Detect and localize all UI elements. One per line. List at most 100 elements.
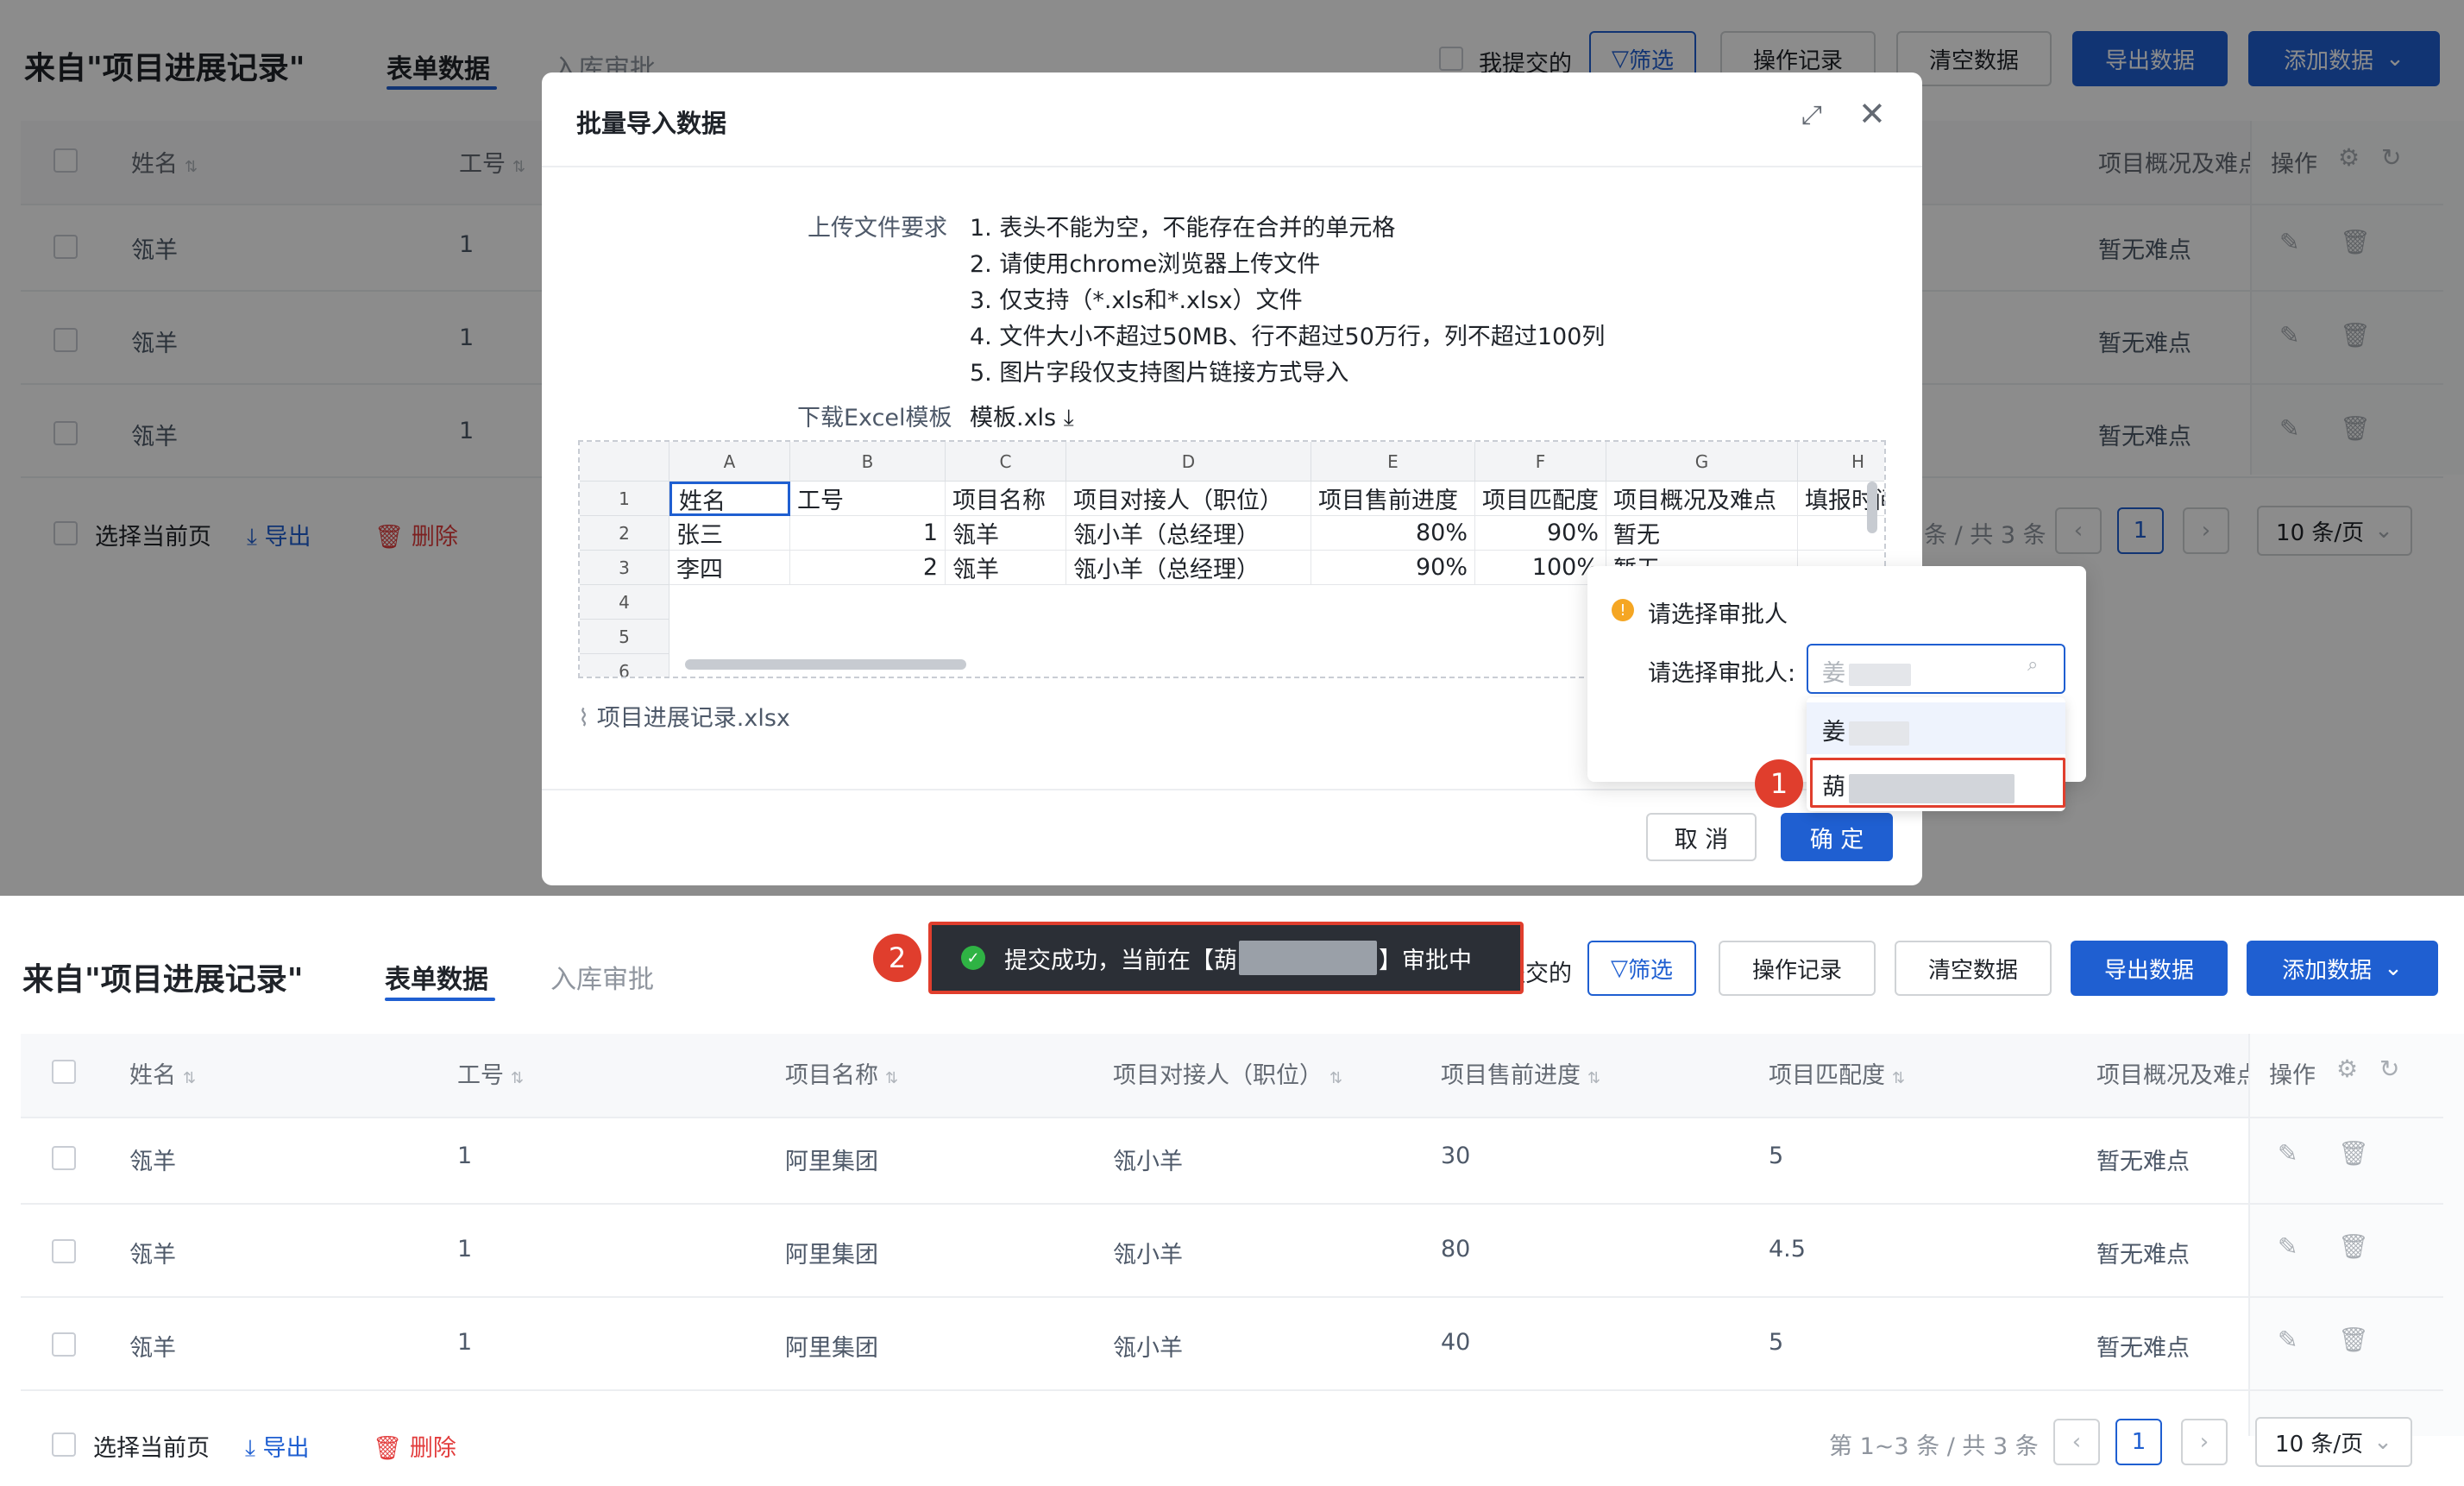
- redacted-name: [1239, 941, 1377, 975]
- th-name: 姓名 ⇅: [129, 1062, 197, 1089]
- row-checkbox[interactable]: [52, 1332, 76, 1357]
- attached-file[interactable]: ⌇ 项目进展记录.xlsx: [578, 699, 790, 733]
- requirement-line: 4. 文件大小不超过50MB、行不超过50万行，列不超过100列: [970, 324, 1606, 350]
- divider: [21, 1203, 2443, 1205]
- cell-project-name: 阿里集团: [785, 1335, 878, 1362]
- expand-icon[interactable]: ⤢: [1801, 100, 1822, 130]
- cell-id: 1: [457, 1329, 473, 1356]
- column-header: G: [1606, 442, 1798, 482]
- row-header: 5: [580, 620, 669, 654]
- select-page-label: 选择当前页: [93, 1435, 210, 1462]
- cell-match: 5: [1769, 1329, 1784, 1356]
- cancel-button[interactable]: 取 消: [1646, 813, 1757, 861]
- delete-link[interactable]: 🗑 删除: [373, 1429, 456, 1463]
- cell-id: 1: [457, 1236, 473, 1262]
- cell-presale-progress: 80: [1441, 1236, 1471, 1262]
- row-header: 6: [580, 654, 669, 677]
- tab-underline: [385, 998, 495, 1001]
- trash-icon[interactable]: 🗑: [2338, 1232, 2369, 1261]
- column-header: B: [790, 442, 946, 482]
- row-checkbox[interactable]: [52, 1146, 76, 1170]
- tab-approval[interactable]: 入库审批: [550, 958, 654, 996]
- cell-overview: 暂无难点: [2096, 1335, 2190, 1362]
- modal-header-divider: [542, 166, 1922, 167]
- step-badge-2: 2: [873, 934, 921, 982]
- sheet-cell: 瓴羊: [946, 551, 1066, 585]
- filter-icon: ▽: [1610, 955, 1628, 981]
- pagination-range: 第 1~3 条 / 共 3 条: [1829, 1433, 2039, 1460]
- sheet-cell: 张三: [669, 516, 790, 551]
- edit-icon[interactable]: ✎: [2278, 1139, 2297, 1168]
- divider: [21, 1296, 2443, 1298]
- cell-presale-progress: 30: [1441, 1143, 1471, 1169]
- trash-icon[interactable]: 🗑: [2338, 1325, 2369, 1354]
- cell-match: 5: [1769, 1143, 1784, 1169]
- approver-option[interactable]: 姜: [1822, 713, 1909, 746]
- clear-data-button[interactable]: 清空数据: [1895, 941, 2052, 996]
- column-header: F: [1475, 442, 1606, 482]
- divider: [21, 1117, 2443, 1118]
- cell-overview: 暂无难点: [2096, 1242, 2190, 1269]
- trash-icon[interactable]: 🗑: [2338, 1139, 2369, 1168]
- requirement-line: 2. 请使用chrome浏览器上传文件: [970, 251, 1321, 278]
- operation-log-button[interactable]: 操作记录: [1719, 941, 1876, 996]
- download-icon: ⤓: [1063, 405, 1074, 431]
- check-circle-icon: ✓: [961, 946, 985, 970]
- prev-page-button[interactable]: ‹: [2053, 1419, 2100, 1465]
- approver-field-label: 请选择审批人:: [1648, 660, 1796, 687]
- requirement-line: 1. 表头不能为空，不能存在合并的单元格: [970, 215, 1396, 242]
- row-checkbox[interactable]: [52, 1239, 76, 1263]
- filter-button[interactable]: ▽ 筛选: [1587, 941, 1696, 996]
- cell-name: 瓴羊: [129, 1149, 176, 1175]
- th-id: 工号 ⇅: [457, 1062, 525, 1089]
- step-badge-1: 1: [1755, 759, 1803, 808]
- select-all-checkbox[interactable]: [52, 1060, 76, 1084]
- page-size-select[interactable]: 10 条/页 ⌄: [2255, 1417, 2412, 1467]
- sheet-cell-selected[interactable]: 姓名: [669, 482, 790, 516]
- column-header: D: [1066, 442, 1311, 482]
- panel-gap: [0, 896, 2464, 910]
- cell-presale-progress: 40: [1441, 1329, 1471, 1356]
- sheet-cell: 工号: [790, 482, 946, 516]
- confirm-button[interactable]: 确 定: [1781, 813, 1893, 861]
- cell-name: 瓴羊: [129, 1335, 176, 1362]
- chevron-down-icon: ⌄: [2373, 1429, 2392, 1455]
- page-number-button[interactable]: 1: [2115, 1419, 2162, 1465]
- column-header: E: [1311, 442, 1475, 482]
- chevron-down-icon: ⌄: [2384, 955, 2403, 981]
- download-icon: ⤓: [245, 1435, 255, 1462]
- edit-icon[interactable]: ✎: [2278, 1325, 2297, 1354]
- th-contact: 项目对接人（职位） ⇅: [1113, 1062, 1343, 1089]
- cell-project-name: 阿里集团: [785, 1242, 878, 1269]
- cell-id: 1: [457, 1143, 473, 1169]
- tab-form-data[interactable]: 表单数据: [385, 958, 488, 996]
- template-download-link[interactable]: 模板.xls ⤓: [970, 399, 1074, 432]
- sheet-cell: 项目概况及难点: [1606, 482, 1798, 516]
- column-header: C: [946, 442, 1066, 482]
- horizontal-scrollbar[interactable]: [685, 659, 966, 670]
- paperclip-icon: ⌇: [578, 705, 590, 732]
- requirement-line: 5. 图片字段仅支持图片链接方式导入: [970, 360, 1349, 387]
- export-data-button[interactable]: 导出数据: [2071, 941, 2228, 996]
- approver-option[interactable]: 葫: [1822, 768, 2015, 803]
- search-icon: ⌕: [2027, 654, 2039, 676]
- toast-text-before: 提交成功，当前在【葫: [1004, 947, 1237, 974]
- export-link[interactable]: ⤓ 导出: [245, 1429, 310, 1463]
- sheet-cell: 瓴小羊（总经理）: [1066, 551, 1311, 585]
- bottom-screenshot: 来自"项目进展记录" 表单数据 入库审批 我提交的 ▽ 筛选 操作记录 清空数据 …: [0, 910, 2464, 1486]
- row-header: 1: [580, 482, 669, 516]
- next-page-button[interactable]: ›: [2181, 1419, 2228, 1465]
- edit-icon[interactable]: ✎: [2278, 1232, 2297, 1261]
- select-page-checkbox[interactable]: [52, 1432, 76, 1457]
- vertical-scrollbar[interactable]: [1867, 482, 1877, 533]
- trash-icon: 🗑: [373, 1435, 403, 1462]
- popover-title: 请选择审批人: [1648, 601, 1788, 628]
- gear-icon[interactable]: ⚙: [2336, 1055, 2358, 1083]
- cell-match: 4.5: [1769, 1236, 1806, 1262]
- sheet-cell: 1: [790, 516, 946, 551]
- close-icon[interactable]: ✕: [1858, 95, 1886, 133]
- template-label: 下载Excel模板: [797, 405, 952, 431]
- cell-name: 瓴羊: [129, 1242, 176, 1269]
- add-data-button[interactable]: 添加数据 ⌄: [2247, 941, 2438, 996]
- refresh-icon[interactable]: ↻: [2379, 1055, 2399, 1083]
